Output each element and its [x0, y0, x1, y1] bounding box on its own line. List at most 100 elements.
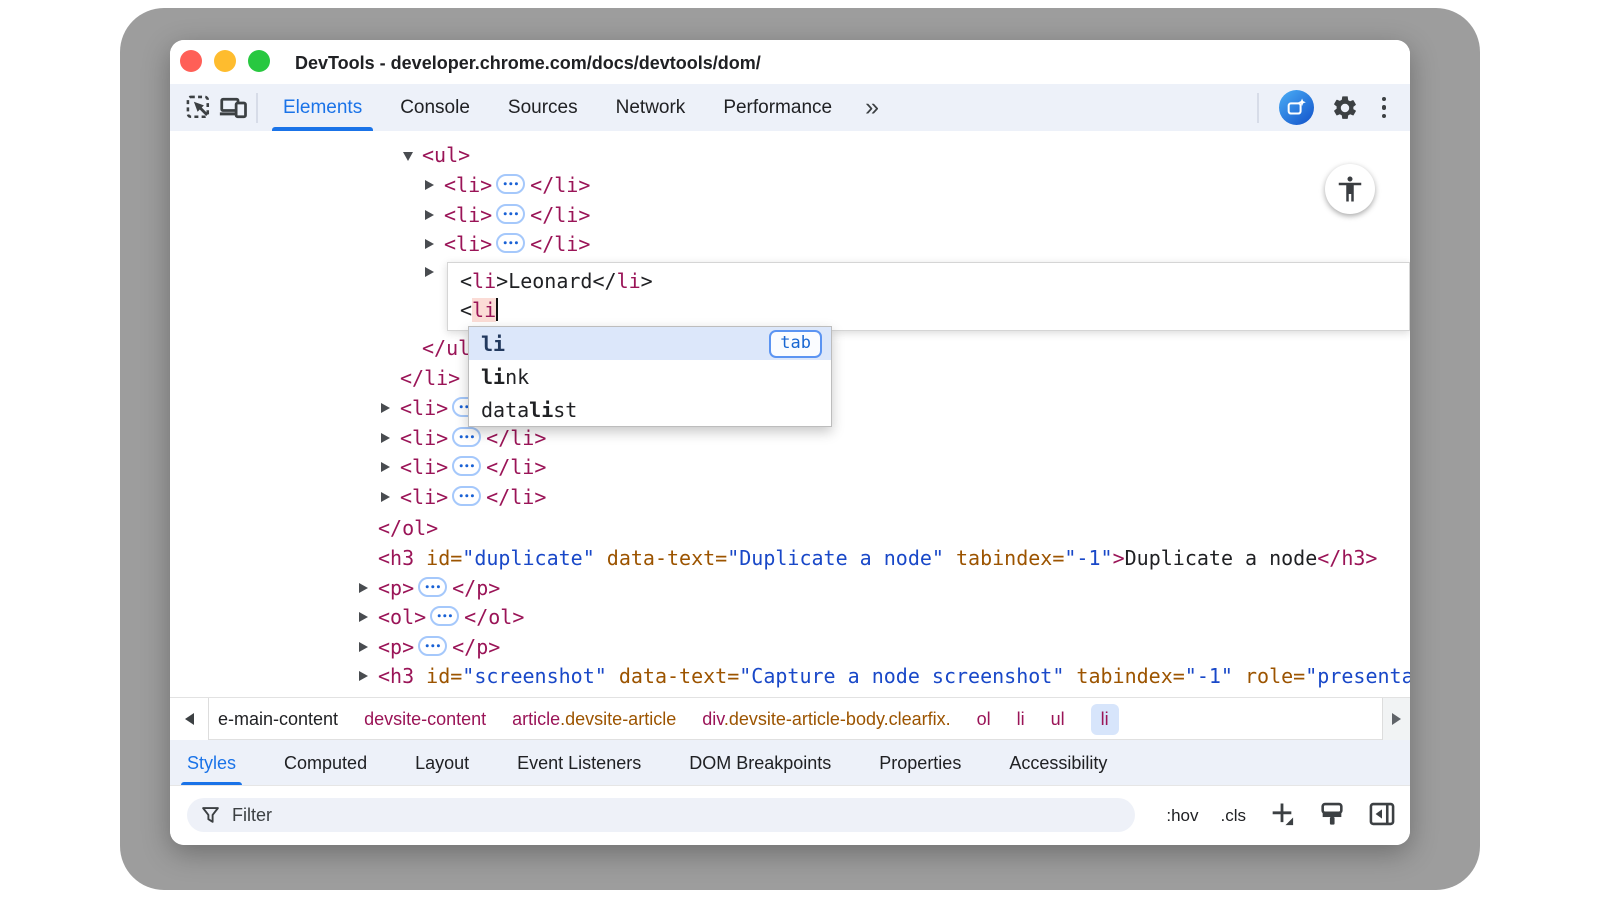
dom-row-li-collapsed[interactable]: <li> </li> — [170, 424, 1410, 453]
tab-accessibility[interactable]: Accessibility — [1009, 740, 1107, 786]
token-val: "duplicate" — [462, 546, 594, 570]
tab-dom-breakpoints[interactable]: DOM Breakpoints — [689, 740, 831, 786]
token-tag: </li> — [400, 366, 460, 390]
tab-label: Computed — [284, 753, 367, 774]
tab-properties[interactable]: Properties — [879, 740, 961, 786]
close-window-button[interactable] — [180, 50, 202, 72]
collapse-arrow-icon[interactable] — [403, 152, 413, 161]
dom-edit-textbox[interactable]: <li>Leonard</li><li — [447, 262, 1410, 331]
breadcrumb-segment: .devsite-article-body.clearfix. — [724, 709, 951, 729]
breadcrumb-scroll-right-button[interactable] — [1382, 698, 1410, 740]
tab-event-listeners[interactable]: Event Listeners — [517, 740, 641, 786]
dom-row-li-collapsed[interactable]: <li></li> — [170, 483, 1410, 512]
rendering-brush-icon[interactable] — [1318, 800, 1346, 833]
dom-row-ul-open[interactable]: <ul> — [170, 141, 1410, 170]
toggle-pseudo-classes-button[interactable]: :hov — [1166, 806, 1198, 826]
expand-arrow-icon[interactable] — [359, 583, 368, 593]
tab-layout[interactable]: Layout — [415, 740, 469, 786]
ellipsis-expand-icon[interactable] — [418, 636, 447, 656]
expand-arrow-icon[interactable] — [381, 492, 390, 502]
breadcrumb-segment: li — [1101, 709, 1109, 729]
breadcrumb-item[interactable]: devsite-content — [364, 704, 486, 735]
ellipsis-expand-icon[interactable] — [418, 577, 447, 597]
token-tag: li — [617, 269, 641, 293]
ellipsis-expand-icon[interactable] — [496, 204, 525, 224]
dom-row-h3-screenshot[interactable]: <h3 id="screenshot" data-text="Capture a… — [170, 662, 1410, 691]
dom-row-li-collapsed[interactable]: <li></li> — [170, 201, 1410, 230]
breadcrumb-item[interactable]: ol — [977, 704, 991, 735]
dom-row-ol-close[interactable]: </ol> — [170, 514, 1410, 543]
breadcrumb-item[interactable]: ul — [1051, 704, 1065, 735]
dom-row-li-collapsed[interactable]: <li></li> — [170, 230, 1410, 259]
dom-row-clipped-li[interactable]: <li></li> — [170, 131, 1410, 137]
dom-row-p-collapsed[interactable]: <p></p> — [170, 633, 1410, 662]
expand-arrow-icon[interactable] — [425, 239, 434, 249]
kebab-menu-icon[interactable] — [1376, 93, 1393, 123]
breadcrumb-item[interactable]: li — [1091, 704, 1119, 735]
tab-performance[interactable]: Performance — [704, 84, 851, 131]
tab-console[interactable]: Console — [381, 84, 489, 131]
token-tag: </li> — [486, 426, 546, 450]
autocomplete-item[interactable]: link — [469, 360, 831, 393]
tab-label: Styles — [187, 753, 236, 774]
edit-line-1: <li>Leonard</li> — [460, 267, 1409, 296]
inspect-element-icon[interactable] — [182, 91, 216, 125]
text-caret — [496, 298, 498, 321]
dom-row-li-collapsed[interactable]: <li></li> — [170, 453, 1410, 482]
ellipsis-expand-icon[interactable] — [452, 456, 481, 476]
breadcrumb-item[interactable]: div.devsite-article-body.clearfix. — [702, 704, 950, 735]
tab-network[interactable]: Network — [597, 84, 705, 131]
dom-row-ol-collapsed[interactable]: <ol></ol> — [170, 603, 1410, 632]
expand-arrow-icon[interactable] — [425, 180, 434, 190]
expand-arrow-icon[interactable] — [359, 642, 368, 652]
token-plain: > — [496, 269, 508, 293]
breadcrumb-scroll-left-button[interactable] — [170, 698, 209, 740]
ellipsis-expand-icon[interactable] — [452, 486, 481, 506]
new-style-rule-button[interactable] — [1268, 800, 1296, 833]
ellipsis-expand-icon[interactable] — [430, 606, 459, 626]
toggle-element-classes-button[interactable]: .cls — [1221, 806, 1247, 826]
autocomplete-item[interactable]: datalist — [469, 393, 831, 426]
filter-funnel-icon — [201, 806, 220, 825]
token-tag: <ol> — [378, 605, 426, 629]
device-toolbar-icon[interactable] — [216, 91, 250, 125]
token-tag: </li> — [530, 203, 590, 227]
expand-arrow-icon[interactable] — [381, 462, 390, 472]
tab-sources[interactable]: Sources — [489, 84, 597, 131]
expand-arrow-icon[interactable] — [359, 612, 368, 622]
token-val: "-1" — [1185, 664, 1233, 688]
breadcrumb-item[interactable]: li — [1017, 704, 1025, 735]
dock-sidebar-icon[interactable] — [1368, 800, 1396, 833]
typed-tag-prefix: li — [472, 298, 496, 322]
token-plain: < — [460, 269, 472, 293]
accessibility-overlay-button[interactable] — [1325, 164, 1375, 214]
ai-assistance-icon[interactable] — [1279, 90, 1314, 125]
settings-gear-icon[interactable] — [1328, 91, 1362, 125]
ellipsis-expand-icon[interactable] — [496, 174, 525, 194]
autocomplete-item[interactable]: litab — [469, 327, 831, 360]
dom-row-tokens: <li></li> — [444, 131, 590, 137]
ellipsis-expand-icon[interactable] — [496, 233, 525, 253]
zoom-window-button[interactable] — [248, 50, 270, 72]
tab-elements[interactable]: Elements — [264, 84, 381, 131]
expand-arrow-icon[interactable] — [425, 267, 434, 277]
tab-styles[interactable]: Styles — [187, 740, 236, 786]
token-plain — [414, 546, 426, 570]
expand-arrow-icon[interactable] — [381, 403, 390, 413]
token-tag: <li> — [400, 426, 448, 450]
minimize-window-button[interactable] — [214, 50, 236, 72]
expand-arrow-icon[interactable] — [425, 210, 434, 220]
expand-arrow-icon[interactable] — [381, 433, 390, 443]
styles-filter-input[interactable]: Filter — [187, 798, 1135, 832]
expand-arrow-icon[interactable] — [359, 671, 368, 681]
dom-row-li-collapsed[interactable]: <li></li> — [170, 171, 1410, 200]
dom-row-p-collapsed[interactable]: <p></p> — [170, 574, 1410, 603]
tab-computed[interactable]: Computed — [284, 740, 367, 786]
token-tag: <h3 — [378, 546, 414, 570]
dom-row-h3-duplicate[interactable]: <h3 id="duplicate" data-text="Duplicate … — [170, 544, 1410, 573]
dom-row-tokens: </li> — [400, 364, 460, 393]
ellipsis-expand-icon[interactable] — [452, 427, 481, 447]
breadcrumb-item[interactable]: e-main-content — [218, 704, 338, 735]
breadcrumb-item[interactable]: article.devsite-article — [512, 704, 676, 735]
more-tabs-icon[interactable]: » — [851, 93, 893, 122]
